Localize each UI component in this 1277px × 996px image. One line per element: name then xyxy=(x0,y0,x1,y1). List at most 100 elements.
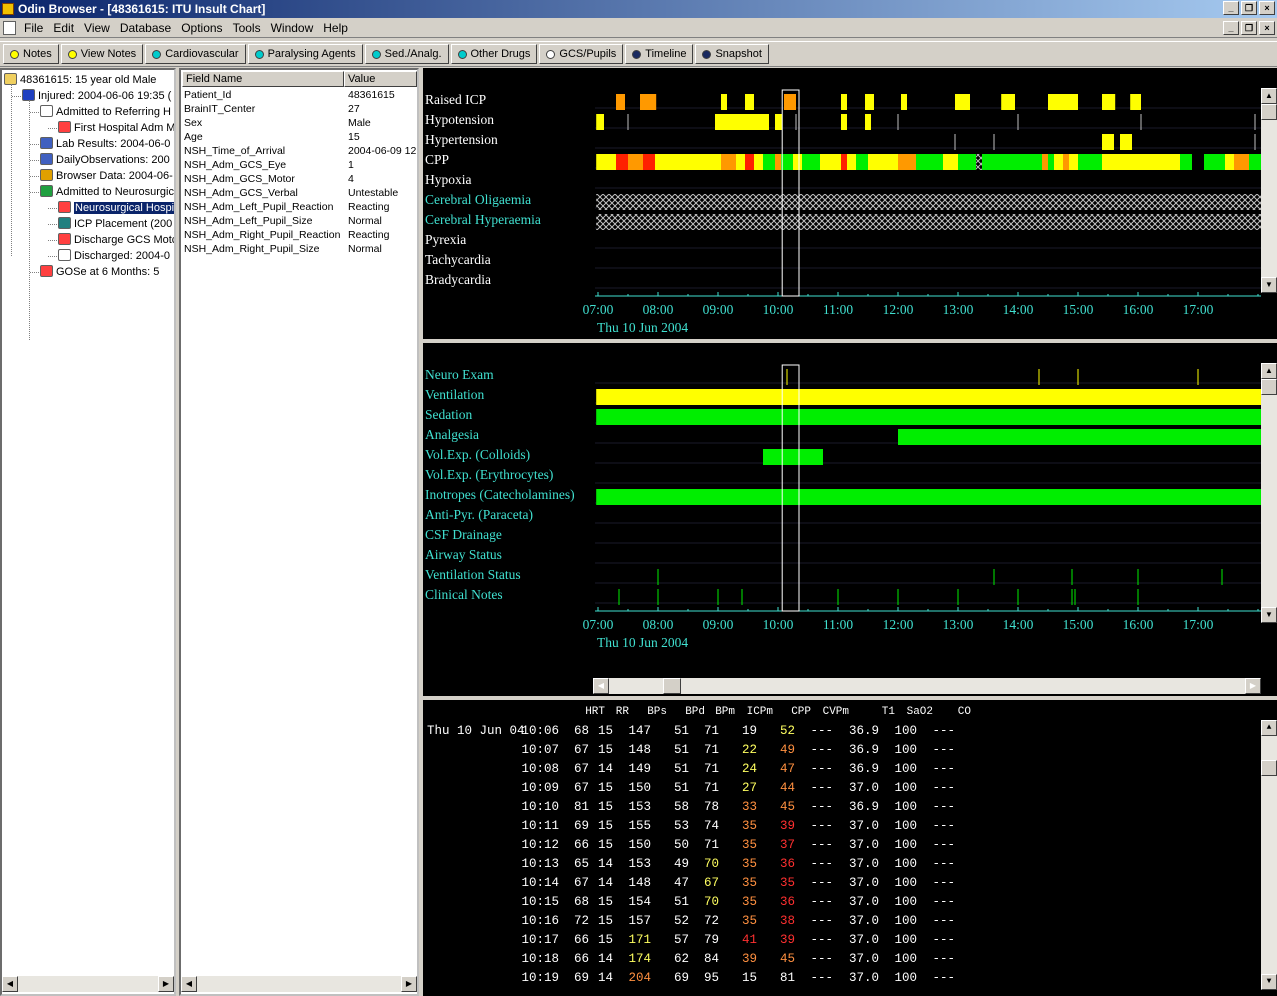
field-name[interactable]: Patient_Id xyxy=(184,88,344,102)
menu-file[interactable]: File xyxy=(22,18,51,38)
treatment-chart[interactable]: Neuro Exam Ventilation Sedation Analgesia Vo… xyxy=(423,343,1277,696)
table-row[interactable]: 10:17 66 15 171 57 79 41 39 --- 37.0 100 --- xyxy=(423,933,1261,952)
table-row[interactable]: 10:15 68 15 154 51 70 35 36 --- 37.0 100 --- xyxy=(423,895,1261,914)
scroll-right-icon[interactable]: ▶ xyxy=(158,976,174,992)
table-row[interactable]: 10:12 66 15 150 50 71 35 37 --- 37.0 100 --- xyxy=(423,838,1261,857)
child-minimize-button[interactable]: _ xyxy=(1223,21,1239,35)
table-row[interactable]: 10:18 66 14 174 62 84 39 45 --- 37.0 100 --- xyxy=(423,952,1261,971)
tree-item[interactable]: DailyObservations: 200 xyxy=(40,152,170,168)
scroll-left-icon[interactable]: ◀ xyxy=(181,976,197,992)
field-name[interactable]: NSH_Adm_Left_Pupil_Size xyxy=(184,214,344,228)
column-header-rr[interactable]: RR xyxy=(616,706,629,718)
column-header-cpp[interactable]: CPP xyxy=(791,706,811,718)
table-row[interactable]: 10:16 72 15 157 52 72 35 38 --- 37.0 100 --- xyxy=(423,914,1261,933)
menu-tools[interactable]: Tools xyxy=(231,18,269,38)
field-name[interactable]: NSH_Adm_GCS_Verbal xyxy=(184,186,344,200)
menu-options[interactable]: Options xyxy=(179,18,230,38)
child-close-button[interactable]: × xyxy=(1259,21,1275,35)
treatment-vertical-scrollbar[interactable]: ▲ ▼ xyxy=(1261,363,1277,623)
menu-edit[interactable]: Edit xyxy=(51,18,82,38)
table-row[interactable]: 10:06 68 15 147 51 71 19 52 --- 36.9 100 --- xyxy=(423,724,1261,743)
field-name[interactable]: NSH_Adm_Left_Pupil_Reaction xyxy=(184,200,344,214)
tree-item[interactable]: Lab Results: 2004-06-0 xyxy=(40,136,170,152)
column-header-icpm[interactable]: ICPm xyxy=(747,706,773,718)
document-icon[interactable] xyxy=(3,21,16,35)
menu-help[interactable]: Help xyxy=(321,18,356,38)
toolbar-gcs-pupils-button[interactable]: GCS/Pupils xyxy=(539,44,624,64)
scroll-left-icon[interactable]: ◀ xyxy=(593,678,609,694)
column-header-t1[interactable]: T1 xyxy=(882,706,895,718)
column-header-bpm[interactable]: BPm xyxy=(715,706,735,718)
cell-bpd: 53 xyxy=(673,819,689,833)
toolbar-notes-button[interactable]: Notes xyxy=(3,44,59,64)
toolbar-view-notes-button[interactable]: View Notes xyxy=(60,44,144,64)
field-name[interactable]: BrainIT_Center xyxy=(184,102,344,116)
tree-item[interactable]: Admitted to Referring H xyxy=(40,104,171,120)
tree-item[interactable]: ICP Placement (200 xyxy=(58,216,172,232)
insult-chart[interactable]: Raised ICP Hypotension Hypertension CPP Hypo… xyxy=(423,68,1277,339)
time-horizontal-scrollbar[interactable]: ◀ ▶ xyxy=(593,678,1261,694)
child-restore-button[interactable]: ❐ xyxy=(1241,21,1257,35)
toolbar-timeline-button[interactable]: Timeline xyxy=(625,44,694,64)
column-header-co[interactable]: CO xyxy=(958,706,971,718)
menu-view[interactable]: View xyxy=(82,18,118,38)
toolbar-other-drugs-button[interactable]: Other Drugs xyxy=(450,44,538,64)
scroll-up-icon[interactable]: ▲ xyxy=(1261,363,1277,379)
fields-horizontal-scrollbar[interactable]: ◀ ▶ xyxy=(181,976,417,992)
tree-item[interactable]: Injured: 2004-06-06 19:35 ( xyxy=(22,88,171,104)
scroll-down-icon[interactable]: ▼ xyxy=(1261,607,1277,623)
field-name[interactable]: Sex xyxy=(184,116,344,130)
toolbar-snapshot-button[interactable]: Snapshot xyxy=(695,44,769,64)
table-row[interactable]: 10:09 67 15 150 51 71 27 44 --- 37.0 100 --- xyxy=(423,781,1261,800)
tree-item[interactable]: Neurosurgical Hospi xyxy=(58,200,174,216)
tree-horizontal-scrollbar[interactable]: ◀ ▶ xyxy=(2,976,174,992)
field-name[interactable]: Age xyxy=(184,130,344,144)
scroll-right-icon[interactable]: ▶ xyxy=(1245,678,1261,694)
scroll-right-icon[interactable]: ▶ xyxy=(401,976,417,992)
scroll-up-icon[interactable]: ▲ xyxy=(1261,720,1277,736)
table-vertical-scrollbar[interactable]: ▲ ▼ xyxy=(1261,720,1277,990)
column-header-sao2[interactable]: SaO2 xyxy=(907,706,933,718)
tree-item[interactable]: First Hospital Adm M xyxy=(58,120,174,136)
stethoscope-icon xyxy=(40,265,53,277)
tree-item[interactable]: Discharged: 2004-0 xyxy=(58,248,170,264)
tree-item[interactable]: GOSe at 6 Months: 5 xyxy=(40,264,159,280)
tree-item[interactable]: Browser Data: 2004-06- xyxy=(40,168,173,184)
table-row[interactable]: 10:13 65 14 153 49 70 35 36 --- 37.0 100 --- xyxy=(423,857,1261,876)
column-header-cvpm[interactable]: CVPm xyxy=(823,706,849,718)
table-row[interactable]: 10:11 69 15 155 53 74 35 39 --- 37.0 100 --- xyxy=(423,819,1261,838)
toolbar-cardiovascular-button[interactable]: Cardiovascular xyxy=(145,44,246,64)
column-header-bps[interactable]: BPs xyxy=(647,706,667,718)
column-header-bpd[interactable]: BPd xyxy=(685,706,705,718)
column-header-hrt[interactable]: HRT xyxy=(585,706,605,718)
menu-window[interactable]: Window xyxy=(269,18,322,38)
table-row[interactable]: 10:14 67 14 148 47 67 35 35 --- 37.0 100 --- xyxy=(423,876,1261,895)
field-name[interactable]: NSH_Adm_GCS_Motor xyxy=(184,172,344,186)
table-row[interactable]: 10:19 69 14 204 69 95 15 81 --- 37.0 100 --- xyxy=(423,971,1261,990)
row-label: Cerebral Hyperaemia xyxy=(425,212,541,227)
minimize-button[interactable]: _ xyxy=(1223,1,1239,15)
table-row[interactable]: 10:10 81 15 153 58 78 33 45 --- 36.9 100 --- xyxy=(423,800,1261,819)
scroll-down-icon[interactable]: ▼ xyxy=(1261,277,1277,293)
tree-item[interactable]: Discharge GCS Motc xyxy=(58,232,174,248)
menu-database[interactable]: Database xyxy=(118,18,179,38)
scroll-down-icon[interactable]: ▼ xyxy=(1261,974,1277,990)
x-tick-label: 12:00 xyxy=(883,302,914,317)
toolbar-paralysing-agents-button[interactable]: Paralysing Agents xyxy=(247,44,363,64)
tree-item[interactable]: 48361615: 15 year old Male xyxy=(4,72,156,88)
table-row[interactable]: 10:07 67 15 148 51 71 22 49 --- 36.9 100 --- xyxy=(423,743,1261,762)
field-name-header[interactable]: Field Name xyxy=(182,71,344,87)
tree-item[interactable]: Admitted to Neurosurgic xyxy=(40,184,174,200)
close-button[interactable]: × xyxy=(1259,1,1275,15)
field-name[interactable]: NSH_Adm_Right_Pupil_Reaction xyxy=(184,228,344,242)
field-name[interactable]: NSH_Adm_GCS_Eye xyxy=(184,158,344,172)
restore-button[interactable]: ❐ xyxy=(1241,1,1257,15)
toolbar-sed-analg-button[interactable]: Sed./Analg. xyxy=(364,44,449,64)
field-name[interactable]: NSH_Time_of_Arrival xyxy=(184,144,344,158)
scroll-up-icon[interactable]: ▲ xyxy=(1261,88,1277,104)
value-header[interactable]: Value xyxy=(344,71,417,87)
table-row[interactable]: 10:08 67 14 149 51 71 24 47 --- 36.9 100 --- xyxy=(423,762,1261,781)
scroll-left-icon[interactable]: ◀ xyxy=(2,976,18,992)
field-name[interactable]: NSH_Adm_Right_Pupil_Size xyxy=(184,242,344,256)
insult-vertical-scrollbar[interactable]: ▲ ▼ xyxy=(1261,88,1277,293)
